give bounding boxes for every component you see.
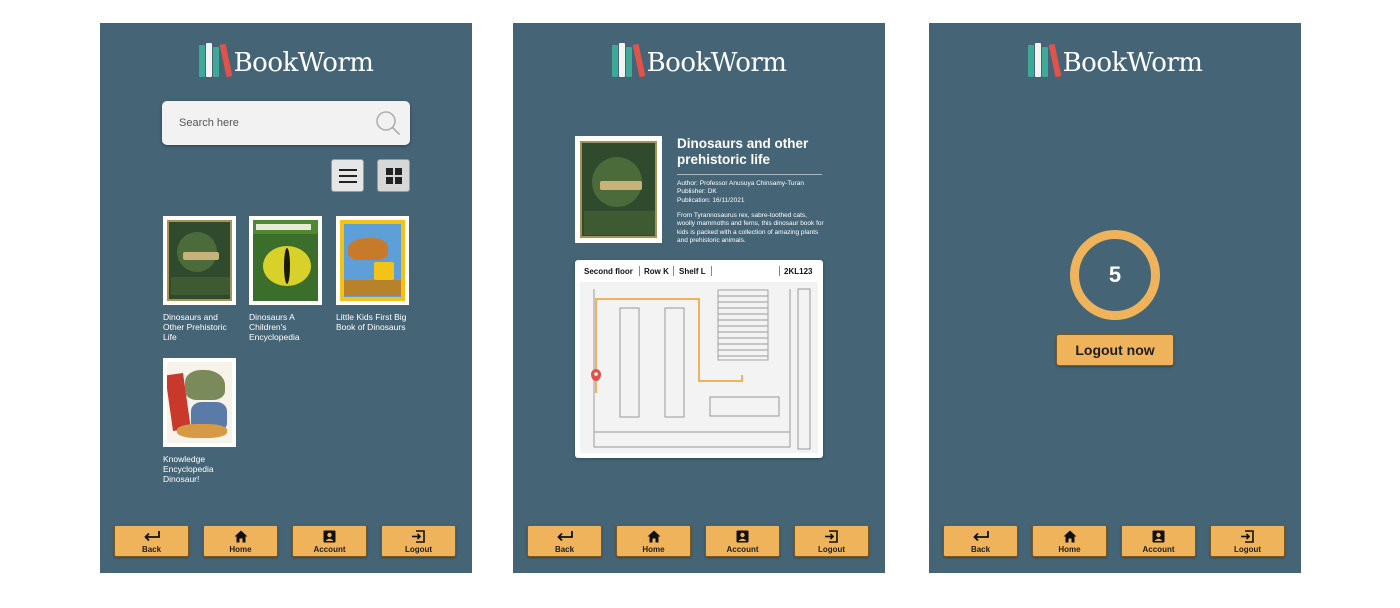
bookshelf-logo-icon (1027, 41, 1061, 78)
app-title: BookWorm (233, 48, 374, 78)
book-title: Dinosaurs and other prehistoric life (677, 136, 809, 167)
home-icon (647, 530, 660, 543)
shelf-code: 2KL123 (784, 267, 813, 276)
book-description: From Tyrannosaurus rex, sabre-toothed ca… (677, 212, 824, 244)
account-label: Account (313, 545, 346, 554)
search-box (162, 101, 410, 145)
account-label: Account (1142, 545, 1175, 554)
account-icon (323, 530, 336, 543)
app-logo: BookWorm (100, 39, 472, 79)
back-arrow-icon (556, 531, 573, 542)
grid-view-button[interactable] (377, 159, 410, 192)
floor-label: Second floor (584, 267, 633, 276)
divider (677, 174, 822, 175)
back-arrow-icon (143, 531, 160, 542)
app-logo: BookWorm (513, 39, 885, 79)
logout-countdown: 5 (1070, 230, 1160, 320)
countdown-value: 5 (1108, 262, 1122, 287)
back-arrow-icon (972, 531, 989, 542)
search-screen: BookWorm Dinosaur (100, 23, 472, 573)
back-button[interactable]: Back (527, 525, 602, 557)
logout-label: Logout (404, 545, 433, 554)
book-publisher: Publisher: DK (677, 188, 717, 196)
book-publication: Publication: 16/11/2021 (677, 196, 745, 204)
account-button[interactable]: Account (292, 525, 367, 557)
back-label: Back (141, 545, 162, 554)
home-button[interactable]: Home (616, 525, 691, 557)
logout-label: Logout (1233, 545, 1262, 554)
home-label: Home (1058, 545, 1081, 554)
account-button[interactable]: Account (705, 525, 780, 557)
back-label: Back (970, 545, 991, 554)
book-cover (575, 136, 662, 243)
logout-button[interactable]: Logout (1210, 525, 1285, 557)
account-button[interactable]: Account (1121, 525, 1196, 557)
list-view-button[interactable] (331, 159, 364, 192)
logout-label: Logout (817, 545, 846, 554)
logout-button[interactable]: Logout (381, 525, 456, 557)
book-author: Author: Professor Anusuya Chinsamy-Turan (677, 180, 804, 187)
book-card[interactable]: Little Kids First Big Book of Dinosaurs (336, 216, 410, 332)
book-title: Little Kids First Big Book of Dinosaurs (336, 312, 407, 332)
back-label: Back (554, 545, 575, 554)
book-metadata: Author: Professor Anusuya Chinsamy-Turan… (677, 180, 804, 205)
app-logo: BookWorm (929, 39, 1301, 79)
book-cover (249, 216, 322, 305)
logout-icon (412, 530, 425, 543)
logout-icon (825, 530, 838, 543)
bookshelf-logo-icon (198, 41, 232, 78)
book-detail-screen: BookWorm Dinosaurs and other prehistoric… (513, 23, 885, 573)
book-cover (163, 216, 236, 305)
library-map-card: Second floor Row K Shelf L 2KL123 (575, 260, 823, 458)
home-button[interactable]: Home (1032, 525, 1107, 557)
book-title: Dinosaurs and Other Prehistoric Life (163, 312, 227, 342)
bookshelf-logo-icon (611, 41, 645, 78)
search-icon[interactable] (375, 110, 401, 136)
logout-now-button[interactable]: Logout now (1056, 334, 1174, 366)
book-title: Dinosaurs A Children's Encyclopedia (249, 312, 300, 342)
home-icon (1063, 530, 1076, 543)
logout-button[interactable]: Logout (794, 525, 869, 557)
back-button[interactable]: Back (943, 525, 1018, 557)
location-header: Second floor Row K Shelf L 2KL123 (575, 260, 823, 280)
account-icon (1152, 530, 1165, 543)
back-button[interactable]: Back (114, 525, 189, 557)
book-cover (163, 358, 236, 447)
book-cover (336, 216, 409, 305)
grid-icon (385, 167, 402, 184)
logout-icon (1241, 530, 1254, 543)
logout-screen: BookWorm 5 Logout now Back Home Account … (929, 23, 1301, 573)
book-card[interactable]: Dinosaurs A Children's Encyclopedia (249, 216, 323, 342)
book-card[interactable]: Knowledge Encyclopedia Dinosaur! (163, 358, 237, 484)
app-title: BookWorm (646, 48, 787, 78)
account-label: Account (726, 545, 759, 554)
row-label: Row K (644, 267, 669, 276)
home-label: Home (229, 545, 252, 554)
home-icon (234, 530, 247, 543)
home-button[interactable]: Home (203, 525, 278, 557)
shelf-label: Shelf L (679, 267, 706, 276)
logout-now-label: Logout now (1075, 342, 1155, 358)
floor-map (580, 282, 818, 453)
book-card[interactable]: Dinosaurs and Other Prehistoric Life (163, 216, 237, 342)
list-icon (338, 168, 357, 183)
account-icon (736, 530, 749, 543)
search-input[interactable] (162, 101, 362, 145)
book-title: Knowledge Encyclopedia Dinosaur! (163, 454, 214, 484)
app-title: BookWorm (1062, 48, 1203, 78)
home-label: Home (642, 545, 665, 554)
